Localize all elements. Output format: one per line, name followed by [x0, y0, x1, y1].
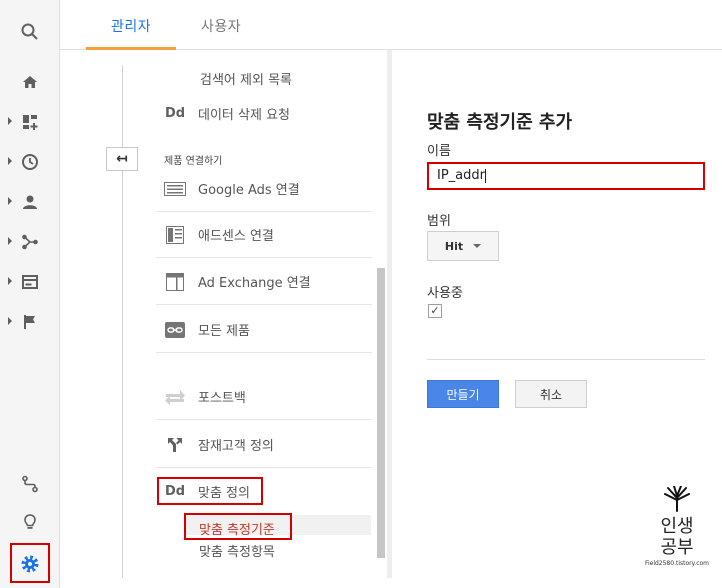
expand-arrow-icon [8, 317, 12, 325]
cancel-button[interactable]: 취소 [515, 380, 587, 408]
nav-item-adsense[interactable]: 애드센스 연결 [156, 212, 372, 258]
postback-icon [165, 389, 185, 405]
highlight-custom-dimensions [184, 513, 292, 540]
watermark-line2: 공부 [660, 537, 694, 558]
expand-arrow-icon [8, 277, 12, 285]
google-ads-icon [164, 181, 186, 196]
nav-item-label: 애드센스 연결 [198, 229, 274, 244]
nav-item-label: 모든 제품 [198, 324, 250, 339]
nav-item-audience-definitions[interactable]: 잠재고객 정의 [156, 422, 372, 468]
chevron-down-icon [473, 244, 482, 248]
name-input[interactable]: IP_addr [427, 162, 705, 190]
discover-lightbulb-icon[interactable] [0, 502, 60, 542]
watermark-url: Field2580.tistory.com [644, 560, 710, 567]
nav-tree-line [122, 65, 123, 578]
tab-user[interactable]: 사용자 [201, 16, 241, 36]
highlight-admin-gear [10, 543, 50, 583]
scope-label: 범위 [427, 214, 451, 229]
nav-item-delete-request[interactable]: Dd 데이터 삭제 요청 [156, 90, 372, 136]
acquisition-icon[interactable] [0, 222, 60, 262]
watermark-plant-icon [664, 485, 690, 512]
home-icon[interactable] [0, 62, 60, 102]
link-icon [165, 321, 185, 338]
create-button-label: 만들기 [446, 387, 480, 402]
audience-icon[interactable] [0, 182, 60, 222]
nav-item-postback[interactable]: 포스트백 [156, 374, 372, 420]
cancel-button-label: 취소 [539, 387, 563, 402]
form-divider [427, 359, 705, 360]
nav-item-ad-exchange[interactable]: Ad Exchange 연결 [156, 259, 372, 305]
top-tabbar: 관리자 사용자 [60, 0, 722, 50]
nav-item-filter-terms[interactable]: 검색어 제외 목록 [200, 69, 292, 88]
watermark-line1: 인생 [660, 516, 694, 537]
audience-definition-icon [168, 437, 182, 452]
expand-arrow-icon [8, 197, 12, 205]
form-title: 맞춤 측정기준 추가 [427, 112, 573, 133]
collapse-arrow-icon: ↤ [116, 151, 128, 167]
nav-item-all-products[interactable]: 모든 제품 [156, 307, 372, 353]
scope-select[interactable]: Hit [427, 231, 499, 261]
nav-item-label: 포스트백 [198, 391, 246, 406]
checkmark-icon: ✓ [430, 304, 440, 317]
text-cursor [485, 168, 486, 183]
nav-item-custom-metrics[interactable]: 맞춤 측정항목 [199, 541, 275, 560]
section-product-linking: 제품 연결하기 [164, 156, 223, 167]
customization-icon[interactable] [0, 102, 60, 142]
conversions-icon[interactable] [0, 302, 60, 342]
collapse-panel-button[interactable]: ↤ [106, 147, 138, 171]
name-input-value: IP_addr [437, 168, 485, 183]
nav-scrollbar[interactable] [377, 268, 385, 558]
create-button[interactable]: 만들기 [427, 380, 499, 408]
nav-item-label: Ad Exchange 연결 [198, 276, 311, 291]
expand-arrow-icon [8, 157, 12, 165]
nav-item-label: 데이터 삭제 요청 [198, 107, 290, 123]
search-icon[interactable] [0, 12, 60, 52]
dd-icon: Dd [164, 105, 186, 121]
active-label: 사용중 [427, 286, 463, 301]
name-label: 이름 [427, 144, 451, 159]
ad-exchange-icon [166, 272, 184, 291]
expand-arrow-icon [8, 237, 12, 245]
scope-select-value: Hit [444, 239, 464, 253]
adsense-icon [166, 225, 184, 244]
realtime-icon[interactable] [0, 142, 60, 182]
watermark: 인생 공부 Field2580.tistory.com [642, 485, 712, 567]
tab-admin[interactable]: 관리자 [111, 16, 151, 36]
behavior-icon[interactable] [0, 262, 60, 302]
attribution-icon[interactable] [0, 464, 60, 504]
nav-item-label: 잠재고객 정의 [198, 439, 274, 454]
active-checkbox[interactable]: ✓ [428, 304, 442, 318]
highlight-custom-definitions [157, 477, 263, 505]
nav-item-google-ads[interactable]: Google Ads 연결 [156, 166, 372, 212]
expand-arrow-icon [8, 117, 12, 125]
nav-item-label: Google Ads 연결 [198, 183, 300, 198]
left-nav-rail [0, 0, 60, 588]
